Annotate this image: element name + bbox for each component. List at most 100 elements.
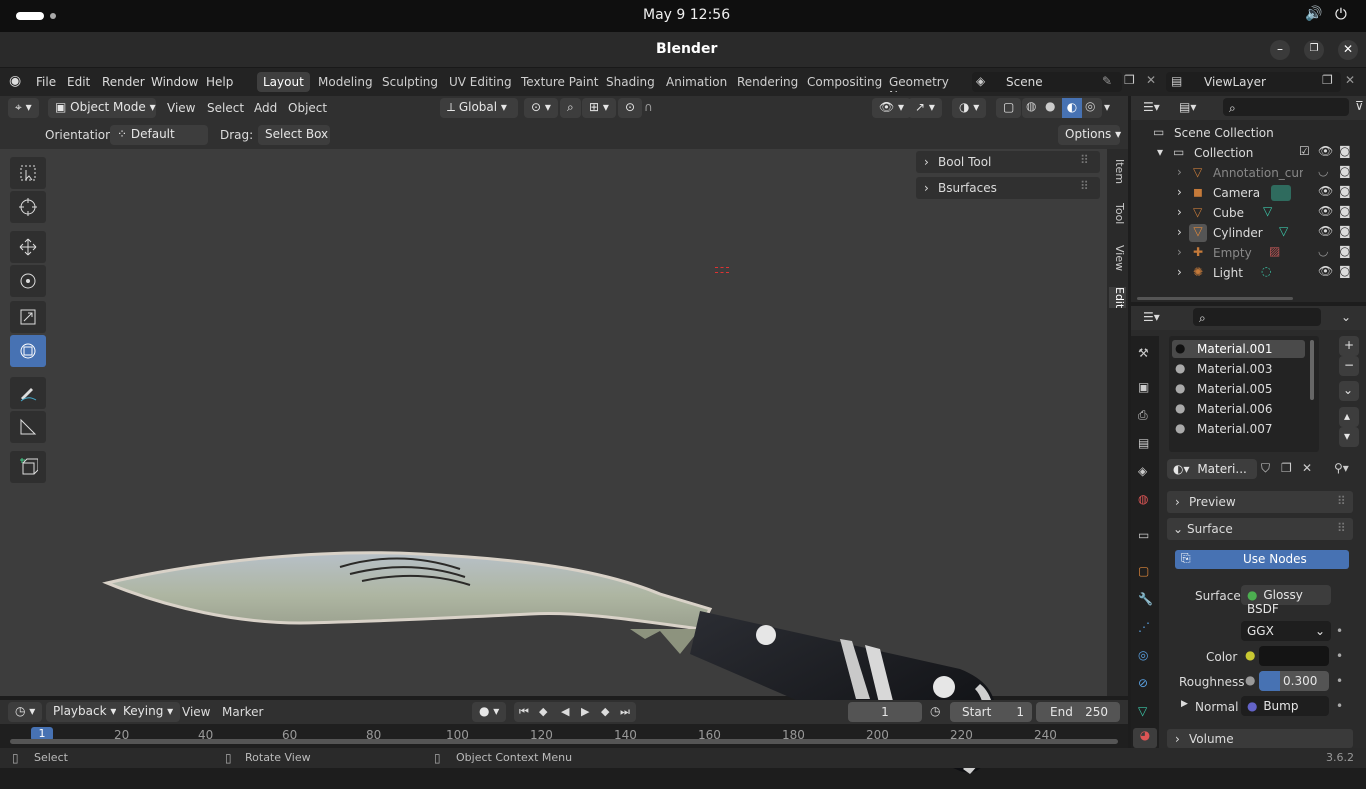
system-clock[interactable]: May 9 12:56	[643, 7, 730, 23]
prev-keyframe-icon[interactable]: ◆	[539, 705, 547, 718]
tab-edit[interactable]: Edit	[1109, 287, 1126, 309]
image-data-icon[interactable]: ▨	[1269, 244, 1280, 258]
add-cube-tool[interactable]	[10, 451, 46, 483]
snap-toggle[interactable]: ⌕	[560, 98, 581, 118]
eye-icon[interactable]: 👁	[1318, 264, 1333, 278]
select-box-tool[interactable]	[10, 157, 46, 189]
outliner-row-collection[interactable]: ▾ ▭ Collection ☑ 👁 ◙	[1131, 143, 1366, 163]
xray-toggle[interactable]: ▢	[996, 98, 1022, 118]
workspace-tab-shading[interactable]: Shading	[600, 72, 661, 92]
start-frame-field[interactable]: Start 1	[950, 702, 1032, 722]
snap-target-dropdown[interactable]: ⊞ ▾	[582, 98, 616, 118]
remove-slot-button[interactable]: −	[1339, 356, 1359, 376]
disclosure-icon[interactable]: ▾	[1157, 145, 1163, 159]
options-dropdown[interactable]: Options ▾	[1058, 125, 1121, 145]
viewport-menu-add[interactable]: Add	[254, 101, 277, 115]
workspace-tab-animation[interactable]: Animation	[660, 72, 733, 92]
outliner-row-light[interactable]: › ✺ Light ◌ 👁 ◙	[1131, 263, 1366, 283]
slot-specials-button[interactable]: ⌄	[1339, 381, 1359, 401]
play-reverse-icon[interactable]: ◀	[561, 705, 569, 718]
material-slot[interactable]: ● Material.006	[1172, 400, 1305, 418]
keyframe-dot-icon[interactable]: •	[1336, 674, 1343, 688]
shading-options-icon[interactable]: ▾	[1104, 100, 1110, 114]
keyframe-dot-icon[interactable]: •	[1336, 624, 1343, 638]
overlay-dropdown[interactable]: ◑ ▾	[952, 98, 987, 118]
use-nodes-button[interactable]: ⎘ Use Nodes	[1175, 550, 1349, 569]
physics-tab-icon[interactable]: ◎	[1138, 648, 1148, 662]
cursor-tool[interactable]	[10, 191, 46, 223]
jump-start-icon[interactable]: ⏮	[519, 705, 529, 719]
disclosure-icon[interactable]: ›	[1177, 165, 1182, 179]
volume-icon[interactable]: 🔊	[1305, 6, 1322, 22]
keyframe-dot-icon[interactable]: •	[1336, 649, 1343, 663]
viewport-menu-object[interactable]: Object	[288, 101, 327, 115]
keyframe-dot-icon[interactable]: •	[1336, 699, 1343, 713]
camera-render-icon[interactable]: ◙	[1339, 164, 1351, 178]
disclosure-icon[interactable]: ›	[1177, 205, 1182, 219]
add-slot-button[interactable]: +	[1339, 336, 1359, 356]
outliner-row-cylinder[interactable]: › ▽ Cylinder ▽ 👁 ◙	[1131, 223, 1366, 243]
proportional-edit-toggle[interactable]: ⊙	[618, 98, 643, 118]
orientation-dropdown[interactable]: ⁘ Default	[110, 125, 208, 145]
scene-tab-icon[interactable]: ◈	[1138, 464, 1147, 478]
menu-file[interactable]: File	[36, 75, 56, 89]
slot-list-scrollbar[interactable]	[1310, 340, 1314, 400]
pivot-dropdown[interactable]: ⊙ ▾	[524, 98, 558, 118]
blender-logo-icon[interactable]: ◉	[9, 73, 21, 89]
rendered-shading-icon[interactable]: ◎	[1085, 99, 1095, 113]
material-slot[interactable]: ● Material.005	[1172, 380, 1305, 398]
scale-tool[interactable]	[10, 301, 46, 333]
light-data-icon[interactable]: ◌	[1261, 264, 1271, 278]
outliner-search-input[interactable]: ⌕	[1223, 98, 1349, 116]
visibility-dropdown[interactable]: 👁 ▾	[872, 98, 912, 118]
scene-selector[interactable]: ◈ Scene ✎	[972, 72, 1122, 92]
transform-orientation-dropdown[interactable]: ⟂ Global ▾	[440, 98, 518, 118]
mesh-data-icon[interactable]: ▽	[1279, 224, 1288, 238]
object-tab-icon[interactable]: ▢	[1138, 564, 1149, 578]
output-tab-icon[interactable]: ⎙	[1138, 408, 1148, 423]
maximize-button[interactable]: ❐	[1304, 40, 1324, 60]
eye-icon[interactable]: 👁	[1318, 184, 1333, 198]
timeline-editor-type[interactable]: ◷ ▾	[8, 702, 43, 722]
rotate-tool[interactable]	[10, 265, 46, 297]
wireframe-shading-icon[interactable]: ◍	[1026, 99, 1036, 113]
properties-search-input[interactable]: ⌕	[1193, 308, 1321, 326]
surface-panel-header[interactable]: ⌄ Surface ⠿	[1167, 518, 1353, 540]
collection-tab-icon[interactable]: ▭	[1138, 528, 1149, 542]
checkbox-icon[interactable]: ☑	[1299, 144, 1310, 158]
hidden-eye-icon[interactable]: ◡	[1318, 164, 1328, 178]
falloff-icon[interactable]: ∩	[644, 100, 653, 114]
viewport-menu-select[interactable]: Select	[207, 101, 244, 115]
properties-options-icon[interactable]: ⌄	[1341, 310, 1351, 324]
camera-render-icon[interactable]: ◙	[1339, 204, 1351, 218]
normal-input-selector[interactable]: ● Bump	[1241, 696, 1329, 716]
color-swatch[interactable]	[1259, 646, 1329, 666]
unlink-material-icon[interactable]: ✕	[1302, 461, 1312, 475]
distribution-dropdown[interactable]: GGX ⌄	[1241, 621, 1331, 641]
measure-tool[interactable]	[10, 411, 46, 443]
tab-view[interactable]: View	[1109, 245, 1126, 271]
tab-tool[interactable]: Tool	[1109, 203, 1126, 224]
end-frame-field[interactable]: End 250	[1036, 702, 1120, 722]
viewport-menu-view[interactable]: View	[167, 101, 195, 115]
outliner-row-cube[interactable]: › ▽ Cube ▽ 👁 ◙	[1131, 203, 1366, 223]
record-button[interactable]: ● ▾	[472, 702, 507, 722]
material-shading-icon[interactable]: ◐	[1062, 98, 1082, 118]
volume-panel-header[interactable]: › Volume	[1167, 729, 1353, 748]
disclosure-icon[interactable]: ›	[1177, 185, 1182, 199]
color-socket-icon[interactable]: ●	[1245, 648, 1255, 662]
next-keyframe-icon[interactable]: ◆	[601, 705, 609, 718]
data-tab-icon[interactable]: ▽	[1138, 704, 1147, 718]
camera-render-icon[interactable]: ◙	[1339, 264, 1351, 278]
activities-indicator[interactable]	[16, 12, 44, 20]
eye-icon[interactable]: 👁	[1318, 144, 1333, 158]
menu-window[interactable]: Window	[151, 75, 198, 89]
camera-render-icon[interactable]: ◙	[1339, 144, 1351, 158]
pin-icon[interactable]: ✎	[1102, 74, 1112, 88]
editor-type-button[interactable]: ⌖ ▾	[8, 98, 39, 118]
drag-handle-icon[interactable]: ⠿	[1080, 153, 1089, 167]
constraints-tab-icon[interactable]: ⊘	[1138, 676, 1148, 690]
workspace-tab-rendering[interactable]: Rendering	[731, 72, 804, 92]
workspace-tab-modeling[interactable]: Modeling	[312, 72, 379, 92]
value-socket-icon[interactable]: ●	[1245, 673, 1255, 687]
